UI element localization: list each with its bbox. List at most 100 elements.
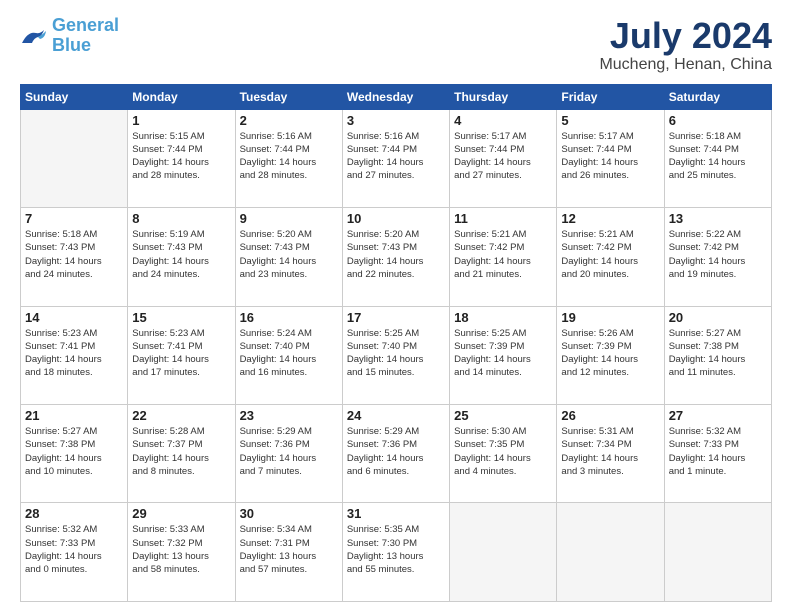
table-row: 14 Sunrise: 5:23 AMSunset: 7:41 PMDayligh… — [21, 306, 128, 404]
main-title: July 2024 — [599, 16, 772, 56]
day-number: 16 — [240, 310, 338, 325]
day-number: 27 — [669, 408, 767, 423]
table-row — [450, 503, 557, 602]
day-info: Sunrise: 5:26 AMSunset: 7:39 PMDaylight:… — [561, 327, 659, 380]
col-thursday: Thursday — [450, 84, 557, 109]
day-info: Sunrise: 5:32 AMSunset: 7:33 PMDaylight:… — [669, 425, 767, 478]
table-row: 8Sunrise: 5:19 AMSunset: 7:43 PMDaylight… — [128, 208, 235, 306]
day-number: 20 — [669, 310, 767, 325]
table-row: 24 Sunrise: 5:29 AMSunset: 7:36 PMDayligh… — [342, 405, 449, 503]
col-sunday: Sunday — [21, 84, 128, 109]
table-row: 30 Sunrise: 5:34 AMSunset: 7:31 PMDayligh… — [235, 503, 342, 602]
day-number: 17 — [347, 310, 445, 325]
day-info: Sunrise: 5:18 AMSunset: 7:43 PMDaylight:… — [25, 228, 123, 281]
table-row: 28 Sunrise: 5:32 AMSunset: 7:33 PMDayligh… — [21, 503, 128, 602]
day-number: 1 — [132, 113, 230, 128]
day-info: Sunrise: 5:21 AMSunset: 7:42 PMDaylight:… — [561, 228, 659, 281]
table-row: 21Sunrise: 5:27 AMSunset: 7:38 PMDayligh… — [21, 405, 128, 503]
day-info: Sunrise: 5:30 AMSunset: 7:35 PMDaylight:… — [454, 425, 552, 478]
table-row: 18 Sunrise: 5:25 AMSunset: 7:39 PMDayligh… — [450, 306, 557, 404]
page: General Blue July 2024 Mucheng, Henan, C… — [0, 0, 792, 612]
day-number: 28 — [25, 506, 123, 521]
day-info: Sunrise: 5:25 AMSunset: 7:39 PMDaylight:… — [454, 327, 552, 380]
table-row: 27 Sunrise: 5:32 AMSunset: 7:33 PMDayligh… — [664, 405, 771, 503]
table-row: 4 Sunrise: 5:17 AMSunset: 7:44 PMDaylight… — [450, 109, 557, 207]
table-row: 13Sunrise: 5:22 AMSunset: 7:42 PMDayligh… — [664, 208, 771, 306]
calendar-week-row: 7 Sunrise: 5:18 AMSunset: 7:43 PMDaylight… — [21, 208, 772, 306]
day-info: Sunrise: 5:23 AMSunset: 7:41 PMDaylight:… — [132, 327, 230, 380]
logo: General Blue — [20, 16, 119, 56]
logo-icon — [20, 25, 48, 47]
day-number: 2 — [240, 113, 338, 128]
calendar-week-row: 1 Sunrise: 5:15 AMSunset: 7:44 PMDaylight… — [21, 109, 772, 207]
table-row: 20 Sunrise: 5:27 AMSunset: 7:38 PMDayligh… — [664, 306, 771, 404]
calendar-week-row: 14 Sunrise: 5:23 AMSunset: 7:41 PMDayligh… — [21, 306, 772, 404]
day-number: 30 — [240, 506, 338, 521]
day-number: 9 — [240, 211, 338, 226]
day-number: 8 — [132, 211, 230, 226]
table-row: 16 Sunrise: 5:24 AMSunset: 7:40 PMDayligh… — [235, 306, 342, 404]
table-row: 1 Sunrise: 5:15 AMSunset: 7:44 PMDaylight… — [128, 109, 235, 207]
day-info: Sunrise: 5:29 AMSunset: 7:36 PMDaylight:… — [240, 425, 338, 478]
day-number: 4 — [454, 113, 552, 128]
day-number: 10 — [347, 211, 445, 226]
day-info: Sunrise: 5:25 AMSunset: 7:40 PMDaylight:… — [347, 327, 445, 380]
day-info: Sunrise: 5:27 AMSunset: 7:38 PMDaylight:… — [669, 327, 767, 380]
day-info: Sunrise: 5:23 AMSunset: 7:41 PMDaylight:… — [25, 327, 123, 380]
day-number: 14 — [25, 310, 123, 325]
day-info: Sunrise: 5:20 AMSunset: 7:43 PMDaylight:… — [347, 228, 445, 281]
day-info: Sunrise: 5:34 AMSunset: 7:31 PMDaylight:… — [240, 523, 338, 576]
day-number: 7 — [25, 211, 123, 226]
table-row: 11Sunrise: 5:21 AMSunset: 7:42 PMDayligh… — [450, 208, 557, 306]
day-number: 18 — [454, 310, 552, 325]
day-number: 31 — [347, 506, 445, 521]
table-row: 7 Sunrise: 5:18 AMSunset: 7:43 PMDaylight… — [21, 208, 128, 306]
table-row: 31Sunrise: 5:35 AMSunset: 7:30 PMDayligh… — [342, 503, 449, 602]
table-row: 22Sunrise: 5:28 AMSunset: 7:37 PMDayligh… — [128, 405, 235, 503]
calendar-week-row: 28 Sunrise: 5:32 AMSunset: 7:33 PMDayligh… — [21, 503, 772, 602]
day-number: 23 — [240, 408, 338, 423]
table-row: 17 Sunrise: 5:25 AMSunset: 7:40 PMDayligh… — [342, 306, 449, 404]
col-friday: Friday — [557, 84, 664, 109]
table-row: 23 Sunrise: 5:29 AMSunset: 7:36 PMDayligh… — [235, 405, 342, 503]
day-number: 29 — [132, 506, 230, 521]
day-info: Sunrise: 5:20 AMSunset: 7:43 PMDaylight:… — [240, 228, 338, 281]
calendar-table: Sunday Monday Tuesday Wednesday Thursday… — [20, 84, 772, 602]
day-number: 5 — [561, 113, 659, 128]
day-info: Sunrise: 5:21 AMSunset: 7:42 PMDaylight:… — [454, 228, 552, 281]
col-saturday: Saturday — [664, 84, 771, 109]
table-row: 29Sunrise: 5:33 AMSunset: 7:32 PMDayligh… — [128, 503, 235, 602]
day-number: 24 — [347, 408, 445, 423]
table-row — [21, 109, 128, 207]
table-row: 10 Sunrise: 5:20 AMSunset: 7:43 PMDayligh… — [342, 208, 449, 306]
calendar-week-row: 21Sunrise: 5:27 AMSunset: 7:38 PMDayligh… — [21, 405, 772, 503]
day-info: Sunrise: 5:32 AMSunset: 7:33 PMDaylight:… — [25, 523, 123, 576]
day-number: 6 — [669, 113, 767, 128]
table-row: 2Sunrise: 5:16 AMSunset: 7:44 PMDaylight… — [235, 109, 342, 207]
day-number: 21 — [25, 408, 123, 423]
day-number: 26 — [561, 408, 659, 423]
header: General Blue July 2024 Mucheng, Henan, C… — [20, 16, 772, 74]
day-info: Sunrise: 5:17 AMSunset: 7:44 PMDaylight:… — [454, 130, 552, 183]
logo-text: General Blue — [52, 16, 119, 56]
day-info: Sunrise: 5:29 AMSunset: 7:36 PMDaylight:… — [347, 425, 445, 478]
day-info: Sunrise: 5:31 AMSunset: 7:34 PMDaylight:… — [561, 425, 659, 478]
day-info: Sunrise: 5:24 AMSunset: 7:40 PMDaylight:… — [240, 327, 338, 380]
table-row: 25 Sunrise: 5:30 AMSunset: 7:35 PMDayligh… — [450, 405, 557, 503]
col-tuesday: Tuesday — [235, 84, 342, 109]
day-info: Sunrise: 5:18 AMSunset: 7:44 PMDaylight:… — [669, 130, 767, 183]
title-block: July 2024 Mucheng, Henan, China — [599, 16, 772, 74]
day-info: Sunrise: 5:15 AMSunset: 7:44 PMDaylight:… — [132, 130, 230, 183]
table-row — [664, 503, 771, 602]
table-row — [557, 503, 664, 602]
table-row: 6 Sunrise: 5:18 AMSunset: 7:44 PMDaylight… — [664, 109, 771, 207]
day-number: 3 — [347, 113, 445, 128]
day-info: Sunrise: 5:22 AMSunset: 7:42 PMDaylight:… — [669, 228, 767, 281]
day-number: 25 — [454, 408, 552, 423]
day-number: 22 — [132, 408, 230, 423]
day-number: 19 — [561, 310, 659, 325]
table-row: 5Sunrise: 5:17 AMSunset: 7:44 PMDaylight… — [557, 109, 664, 207]
subtitle: Mucheng, Henan, China — [599, 56, 772, 74]
calendar-header-row: Sunday Monday Tuesday Wednesday Thursday… — [21, 84, 772, 109]
day-info: Sunrise: 5:16 AMSunset: 7:44 PMDaylight:… — [347, 130, 445, 183]
